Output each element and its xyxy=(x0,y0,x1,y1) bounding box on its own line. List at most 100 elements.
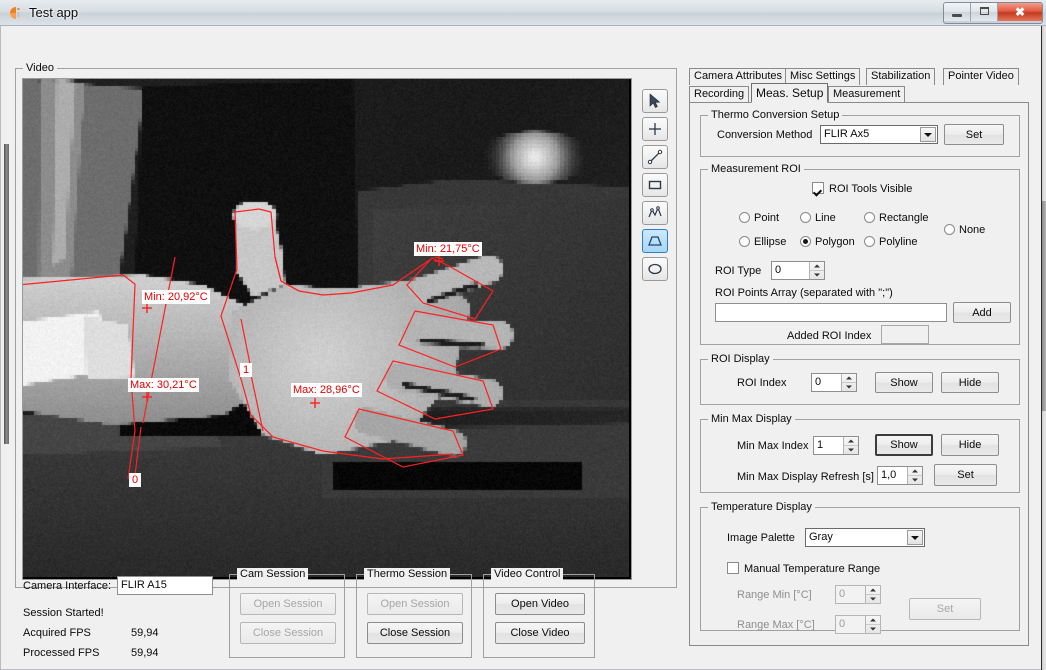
roi-shape-none-label: None xyxy=(959,224,985,236)
roi-shape-rectangle[interactable]: Rectangle xyxy=(864,212,929,224)
minmax-index-value: 1 xyxy=(817,437,843,454)
stepper-up-icon[interactable] xyxy=(844,437,858,446)
minmax-refresh-value: 1,0 xyxy=(881,467,907,484)
roi-index-stepper[interactable]: 0 xyxy=(811,373,857,392)
manual-temperature-range-label: Manual Temperature Range xyxy=(744,563,880,575)
ellipse-tool[interactable] xyxy=(642,257,668,281)
range-max-stepper[interactable]: 0 xyxy=(835,615,881,634)
temperature-set-button[interactable]: Set xyxy=(909,598,981,620)
video-display[interactable]: Min: 20,92°C Max: 30,21°C Min: 21,75°C M… xyxy=(22,78,632,580)
roi-tools-visible-checkbox[interactable]: ROI Tools Visible xyxy=(812,182,912,195)
roi-type-stepper[interactable]: 0 xyxy=(771,261,825,280)
radio-icon xyxy=(800,236,811,247)
add-roi-button[interactable]: Add xyxy=(953,302,1011,323)
stepper-arrows[interactable] xyxy=(843,437,858,454)
rectangle-tool[interactable] xyxy=(642,173,668,197)
conversion-method-select[interactable]: FLIR Ax5 xyxy=(820,125,938,144)
added-roi-index-label: Added ROI Index xyxy=(787,330,871,342)
roi-shape-rectangle-label: Rectangle xyxy=(879,212,929,224)
select-cursor-tool[interactable] xyxy=(642,89,668,113)
range-min-label: Range Min [°C] xyxy=(737,589,812,601)
minmax-show-button[interactable]: Show xyxy=(875,434,933,456)
stepper-up-icon[interactable] xyxy=(866,586,880,595)
stepper-down-icon[interactable] xyxy=(866,625,880,633)
video-control-label: Video Control xyxy=(491,568,563,580)
camera-interface-label: Camera Interface: xyxy=(23,580,111,592)
roi-shape-none[interactable]: None xyxy=(944,224,985,236)
thermo-close-session-button[interactable]: Close Session xyxy=(367,622,463,644)
roi-hide-button[interactable]: Hide xyxy=(941,372,999,393)
minmax-set-button[interactable]: Set xyxy=(934,464,997,486)
right-scrollbar-thumb[interactable] xyxy=(1042,201,1046,411)
roi-shape-ellipse[interactable]: Ellipse xyxy=(739,236,786,248)
radio-icon xyxy=(864,212,875,223)
radio-icon xyxy=(739,236,750,247)
roi-show-button[interactable]: Show xyxy=(875,372,933,393)
stepper-up-icon[interactable] xyxy=(810,262,824,271)
cam-close-session-button[interactable]: Close Session xyxy=(240,622,336,644)
minmax-display-label: Min Max Display xyxy=(708,413,795,425)
stepper-arrows[interactable] xyxy=(865,616,880,633)
stepper-arrows[interactable] xyxy=(907,467,922,484)
tab-stabilization[interactable]: Stabilization xyxy=(866,68,935,85)
minmax-refresh-stepper[interactable]: 1,0 xyxy=(877,466,923,485)
roi-type-value: 0 xyxy=(775,262,809,279)
thermo-session-group: Thermo Session Open Session Close Sessio… xyxy=(356,574,472,658)
point-tool[interactable] xyxy=(642,117,668,141)
tab-meas-setup[interactable]: Meas. Setup xyxy=(751,83,828,103)
chevron-down-icon[interactable] xyxy=(907,530,923,545)
roi-shape-polyline[interactable]: Polyline xyxy=(864,236,918,248)
stepper-arrows[interactable] xyxy=(809,262,824,279)
conversion-set-button[interactable]: Set xyxy=(944,124,1004,145)
roi-shape-line-label: Line xyxy=(815,212,836,224)
temperature-display-group: Temperature Display Image Palette Gray M… xyxy=(700,507,1020,631)
open-video-button[interactable]: Open Video xyxy=(495,593,585,615)
stepper-up-icon[interactable] xyxy=(842,374,856,383)
stepper-arrows[interactable] xyxy=(865,586,880,603)
minmax-index-stepper[interactable]: 1 xyxy=(813,436,859,455)
roi-min-label-0: Min: 20,92°C xyxy=(142,290,210,304)
stepper-down-icon[interactable] xyxy=(908,476,922,484)
radio-icon xyxy=(944,224,955,235)
close-video-button[interactable]: Close Video xyxy=(495,622,585,644)
stepper-down-icon[interactable] xyxy=(866,595,880,603)
tab-measurement[interactable]: Measurement xyxy=(828,86,905,103)
roi-min-label-1: Min: 21,75°C xyxy=(414,242,482,256)
image-palette-label: Image Palette xyxy=(727,532,795,544)
stepper-down-icon[interactable] xyxy=(842,383,856,391)
tab-pointer-video[interactable]: Pointer Video xyxy=(943,68,1019,85)
cam-open-session-button[interactable]: Open Session xyxy=(240,593,336,615)
roi-shape-line[interactable]: Line xyxy=(800,212,836,224)
minimize-button[interactable] xyxy=(944,3,971,21)
stepper-arrows[interactable] xyxy=(841,374,856,391)
polyline-tool[interactable] xyxy=(642,201,668,225)
roi-shape-polygon[interactable]: Polygon xyxy=(800,236,855,248)
stepper-down-icon[interactable] xyxy=(810,271,824,279)
processed-fps-label: Processed FPS xyxy=(23,647,99,659)
range-max-label: Range Max [°C] xyxy=(737,619,815,631)
stepper-up-icon[interactable] xyxy=(866,616,880,625)
stepper-up-icon[interactable] xyxy=(908,467,922,476)
minmax-hide-button[interactable]: Hide xyxy=(941,434,999,456)
stepper-down-icon[interactable] xyxy=(844,446,858,454)
polygon-tool[interactable] xyxy=(642,229,668,253)
close-button[interactable]: ✖ xyxy=(998,3,1042,21)
application-window: Test app ✖ Video Min: 20,92°C Max: 30,21… xyxy=(0,0,1046,670)
thermo-open-session-button[interactable]: Open Session xyxy=(367,593,463,615)
range-min-stepper[interactable]: 0 xyxy=(835,585,881,604)
tab-recording[interactable]: Recording xyxy=(689,86,749,103)
maximize-button[interactable] xyxy=(971,3,998,21)
video-control-group: Video Control Open Video Close Video xyxy=(483,574,595,658)
right-scrollbar[interactable] xyxy=(1041,26,1046,670)
camera-interface-input[interactable]: FLIR A15 xyxy=(117,576,213,595)
manual-temperature-range-checkbox[interactable]: Manual Temperature Range xyxy=(727,562,880,575)
roi-overlay xyxy=(23,79,629,577)
minimize-icon xyxy=(952,14,962,17)
title-bar: Test app ✖ xyxy=(0,0,1046,26)
image-palette-select[interactable]: Gray xyxy=(805,528,925,547)
line-tool[interactable] xyxy=(642,145,668,169)
roi-shape-point[interactable]: Point xyxy=(739,212,779,224)
minmax-display-group: Min Max Display Min Max Index 1 Show Hid… xyxy=(700,419,1020,493)
chevron-down-icon[interactable] xyxy=(920,127,936,142)
roi-points-array-input[interactable] xyxy=(715,303,947,322)
